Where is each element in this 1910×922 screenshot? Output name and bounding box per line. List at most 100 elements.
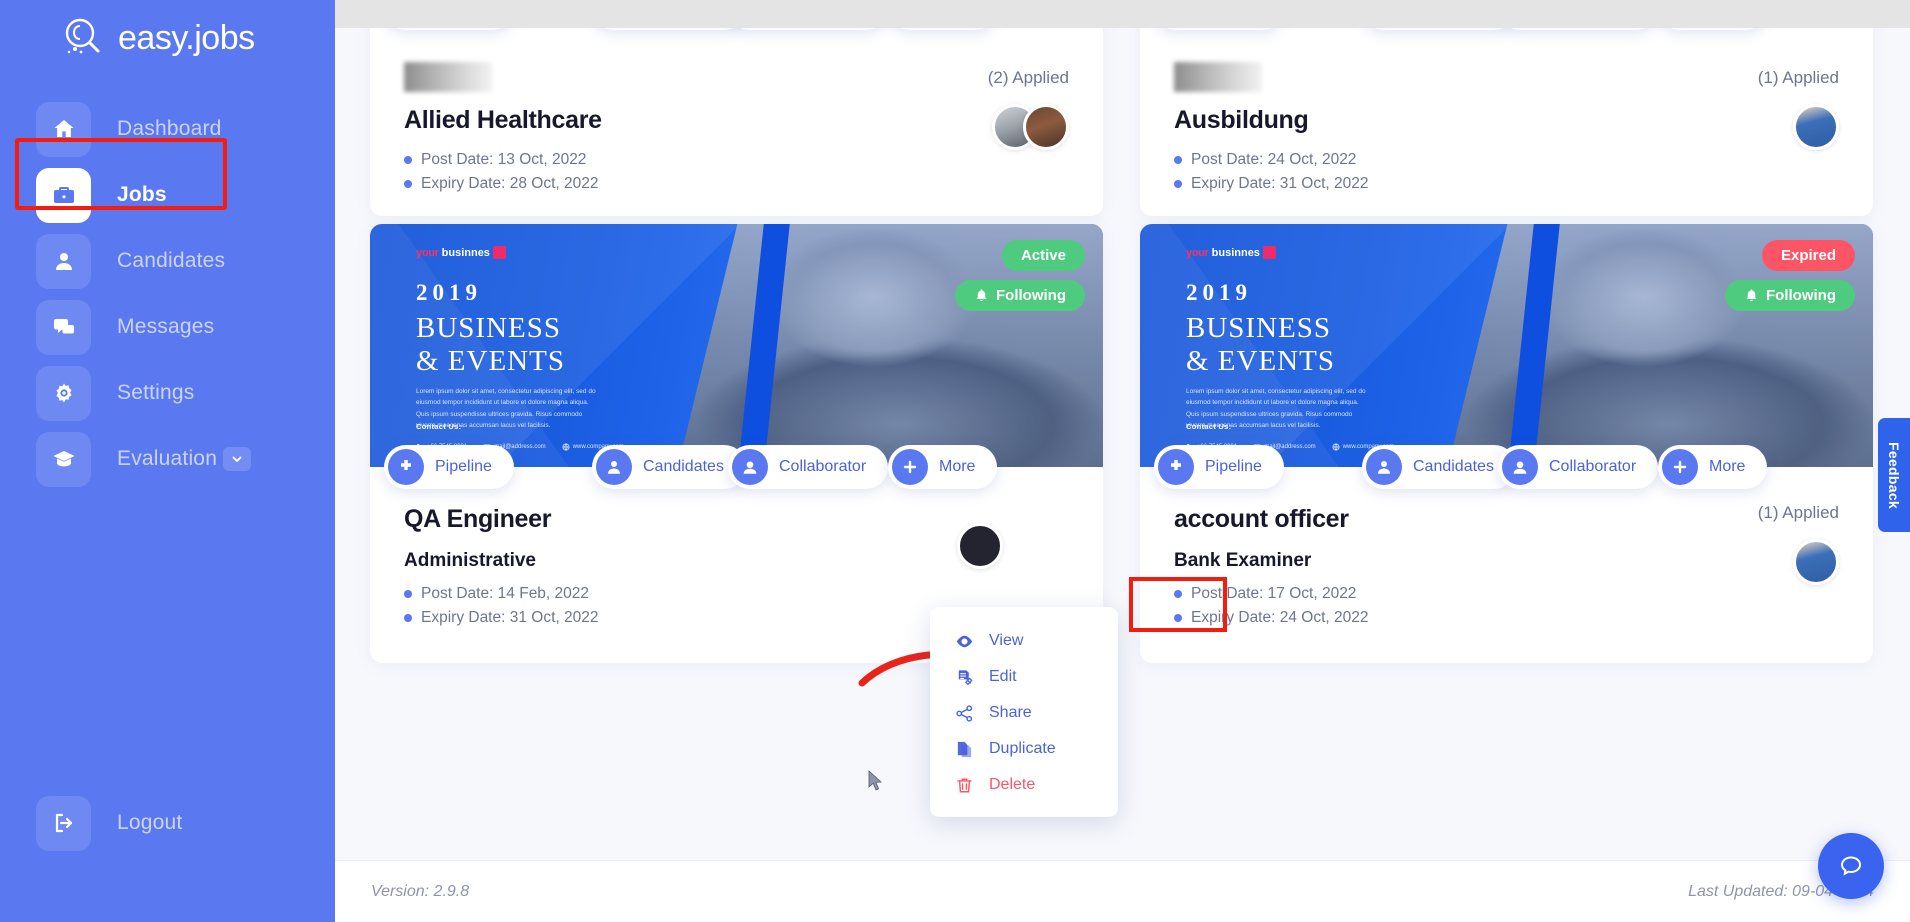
chat-icon: [36, 299, 91, 355]
applicant-avatars[interactable]: [992, 104, 1069, 150]
poster-title-line1: BUSINESS: [416, 312, 561, 344]
poster-title-line1: BUSINESS: [1186, 312, 1331, 344]
bullet-dot: [1174, 156, 1182, 164]
applied-count: (2) Applied: [987, 68, 1069, 87]
version-label: Version: 2.9.8: [371, 882, 470, 900]
jobs-grid-bottom-row: your businnes 2019 BUSINESS & EVENTS Lor…: [335, 224, 1910, 663]
user-icon: [36, 233, 91, 289]
brand-logo-area[interactable]: easy.jobs: [60, 14, 255, 62]
chat-support-button[interactable]: [1818, 833, 1884, 899]
easyjobs-logo-icon: [60, 14, 108, 62]
gear-icon: [36, 365, 91, 421]
job-title: account officer: [1174, 505, 1349, 533]
poster-title-line2: & EVENTS: [1186, 345, 1335, 378]
dropdown-item-duplicate[interactable]: Duplicate: [930, 731, 1118, 767]
status-badge: Active: [1001, 240, 1085, 271]
following-badge[interactable]: Following: [955, 280, 1085, 311]
sidebar-item-label: Settings: [117, 381, 195, 404]
dropdown-item-share[interactable]: Share: [930, 695, 1118, 731]
banner-poster: your businnes 2019 BUSINESS & EVENTS Lor…: [408, 224, 658, 467]
expiry-date-text: Expiry Date: 31 Oct, 2022: [421, 609, 599, 626]
poster-title: BUSINESS & EVENTS: [416, 312, 565, 378]
expiry-date-line: Expiry Date: 24 Oct, 2022: [1174, 609, 1839, 627]
main-content: Pipeline Candidates Collaborator: [335, 28, 1910, 922]
post-date-text: Post Date: 13 Oct, 2022: [421, 151, 587, 168]
bullet-dot: [404, 614, 412, 622]
trash-icon: [954, 775, 974, 795]
banner-poster: your businnes 2019 BUSINESS & EVENTS Lor…: [1178, 224, 1428, 467]
poster-logo-b: businnes: [1211, 246, 1260, 259]
briefcase-icon: [36, 167, 91, 223]
expiry-date-text: Expiry Date: 31 Oct, 2022: [1191, 175, 1369, 192]
sidebar-item-settings[interactable]: Settings: [0, 360, 335, 426]
dropdown-item-edit[interactable]: Edit: [930, 659, 1118, 695]
dropdown-item-view[interactable]: View: [930, 623, 1118, 659]
dropdown-item-label: Share: [989, 704, 1032, 721]
sidebar-item-candidates[interactable]: Candidates: [0, 228, 335, 294]
dropdown-item-label: Delete: [989, 776, 1036, 793]
avatar: [1793, 104, 1839, 150]
sidebar-item-label: Dashboard: [117, 117, 222, 140]
following-badge[interactable]: Following: [1725, 280, 1855, 311]
home-icon: [36, 101, 91, 157]
eye-icon: [954, 631, 974, 651]
bell-icon: [976, 289, 987, 301]
sidebar-item-evaluation[interactable]: Evaluation: [0, 426, 335, 492]
sidebar: easy.jobs Dashboard Jobs Candidates Mess…: [0, 0, 335, 922]
job-banner-image: your businnes 2019 BUSINESS & EVENTS Lor…: [1140, 224, 1873, 467]
applicant-avatars[interactable]: [957, 523, 1003, 569]
poster-logo-square: [1262, 246, 1276, 259]
applicant-avatars[interactable]: [1793, 104, 1839, 150]
sidebar-item-logout[interactable]: Logout: [0, 790, 335, 856]
sidebar-item-label: Messages: [117, 315, 215, 338]
poster-logo: your businnes: [416, 246, 506, 259]
dropdown-item-label: Edit: [989, 668, 1017, 685]
sidebar-nav: Dashboard Jobs Candidates Messages Setti…: [0, 96, 335, 492]
job-card[interactable]: Pipeline Candidates Collaborator: [1140, 28, 1873, 216]
poster-title-line2: & EVENTS: [416, 345, 565, 378]
chevron-down-icon[interactable]: [223, 447, 251, 471]
job-card-body: Allied Healthcare Post Date: 13 Oct, 202…: [370, 28, 1103, 216]
edit-pencil-icon: [954, 667, 974, 687]
sidebar-item-label: Jobs: [117, 183, 167, 206]
banner-badges: Expired Following: [1725, 240, 1855, 311]
bullet-dot: [404, 156, 412, 164]
sidebar-item-dashboard[interactable]: Dashboard: [0, 96, 335, 162]
post-date-text: Post Date: 14 Feb, 2022: [421, 585, 590, 602]
company-logo-placeholder: [404, 62, 492, 92]
post-date-line: Post Date: 24 Oct, 2022: [1174, 151, 1839, 169]
job-card-body: Ausbildung Post Date: 24 Oct, 2022 Expir…: [1140, 28, 1873, 216]
sidebar-item-messages[interactable]: Messages: [0, 294, 335, 360]
poster-logo-a: your: [416, 246, 439, 259]
share-icon: [954, 703, 974, 723]
bullet-dot: [404, 590, 412, 598]
job-title: Ausbildung: [1174, 106, 1309, 134]
post-date-text: Post Date: 24 Oct, 2022: [1191, 151, 1357, 168]
poster-logo-square: [492, 246, 506, 259]
job-card[interactable]: your businnes 2019 BUSINESS & EVENTS Lor…: [370, 224, 1103, 663]
job-card[interactable]: Pipeline Candidates Collaborator: [370, 28, 1103, 216]
applicant-avatars[interactable]: [1793, 539, 1839, 585]
avatar: [1023, 104, 1069, 150]
more-dropdown-menu[interactable]: View Edit Share Duplicate Delete: [930, 607, 1118, 817]
bullet-dot: [1174, 614, 1182, 622]
post-date-line: Post Date: 17 Oct, 2022: [1174, 585, 1839, 603]
bullet-dot: [404, 180, 412, 188]
dropdown-item-label: Duplicate: [989, 740, 1056, 757]
sidebar-item-jobs[interactable]: Jobs: [0, 162, 335, 228]
bell-icon: [1746, 289, 1757, 301]
avatar: [957, 523, 1003, 569]
expiry-date-text: Expiry Date: 24 Oct, 2022: [1191, 609, 1369, 626]
poster-year: 2019: [1186, 280, 1252, 305]
dropdown-item-delete[interactable]: Delete: [930, 767, 1118, 803]
duplicate-icon: [954, 739, 974, 759]
job-card[interactable]: your businnes 2019 BUSINESS & EVENTS Lor…: [1140, 224, 1873, 663]
feedback-tab[interactable]: Feedback: [1878, 418, 1910, 532]
poster-year: 2019: [416, 280, 482, 305]
poster-logo: your businnes: [1186, 246, 1276, 259]
company-logo-placeholder: [1174, 62, 1262, 92]
sidebar-item-label: Logout: [117, 811, 183, 834]
post-date-text: Post Date: 17 Oct, 2022: [1191, 585, 1357, 602]
poster-title: BUSINESS & EVENTS: [1186, 312, 1335, 378]
expiry-date-line: Expiry Date: 31 Oct, 2022: [1174, 175, 1839, 193]
